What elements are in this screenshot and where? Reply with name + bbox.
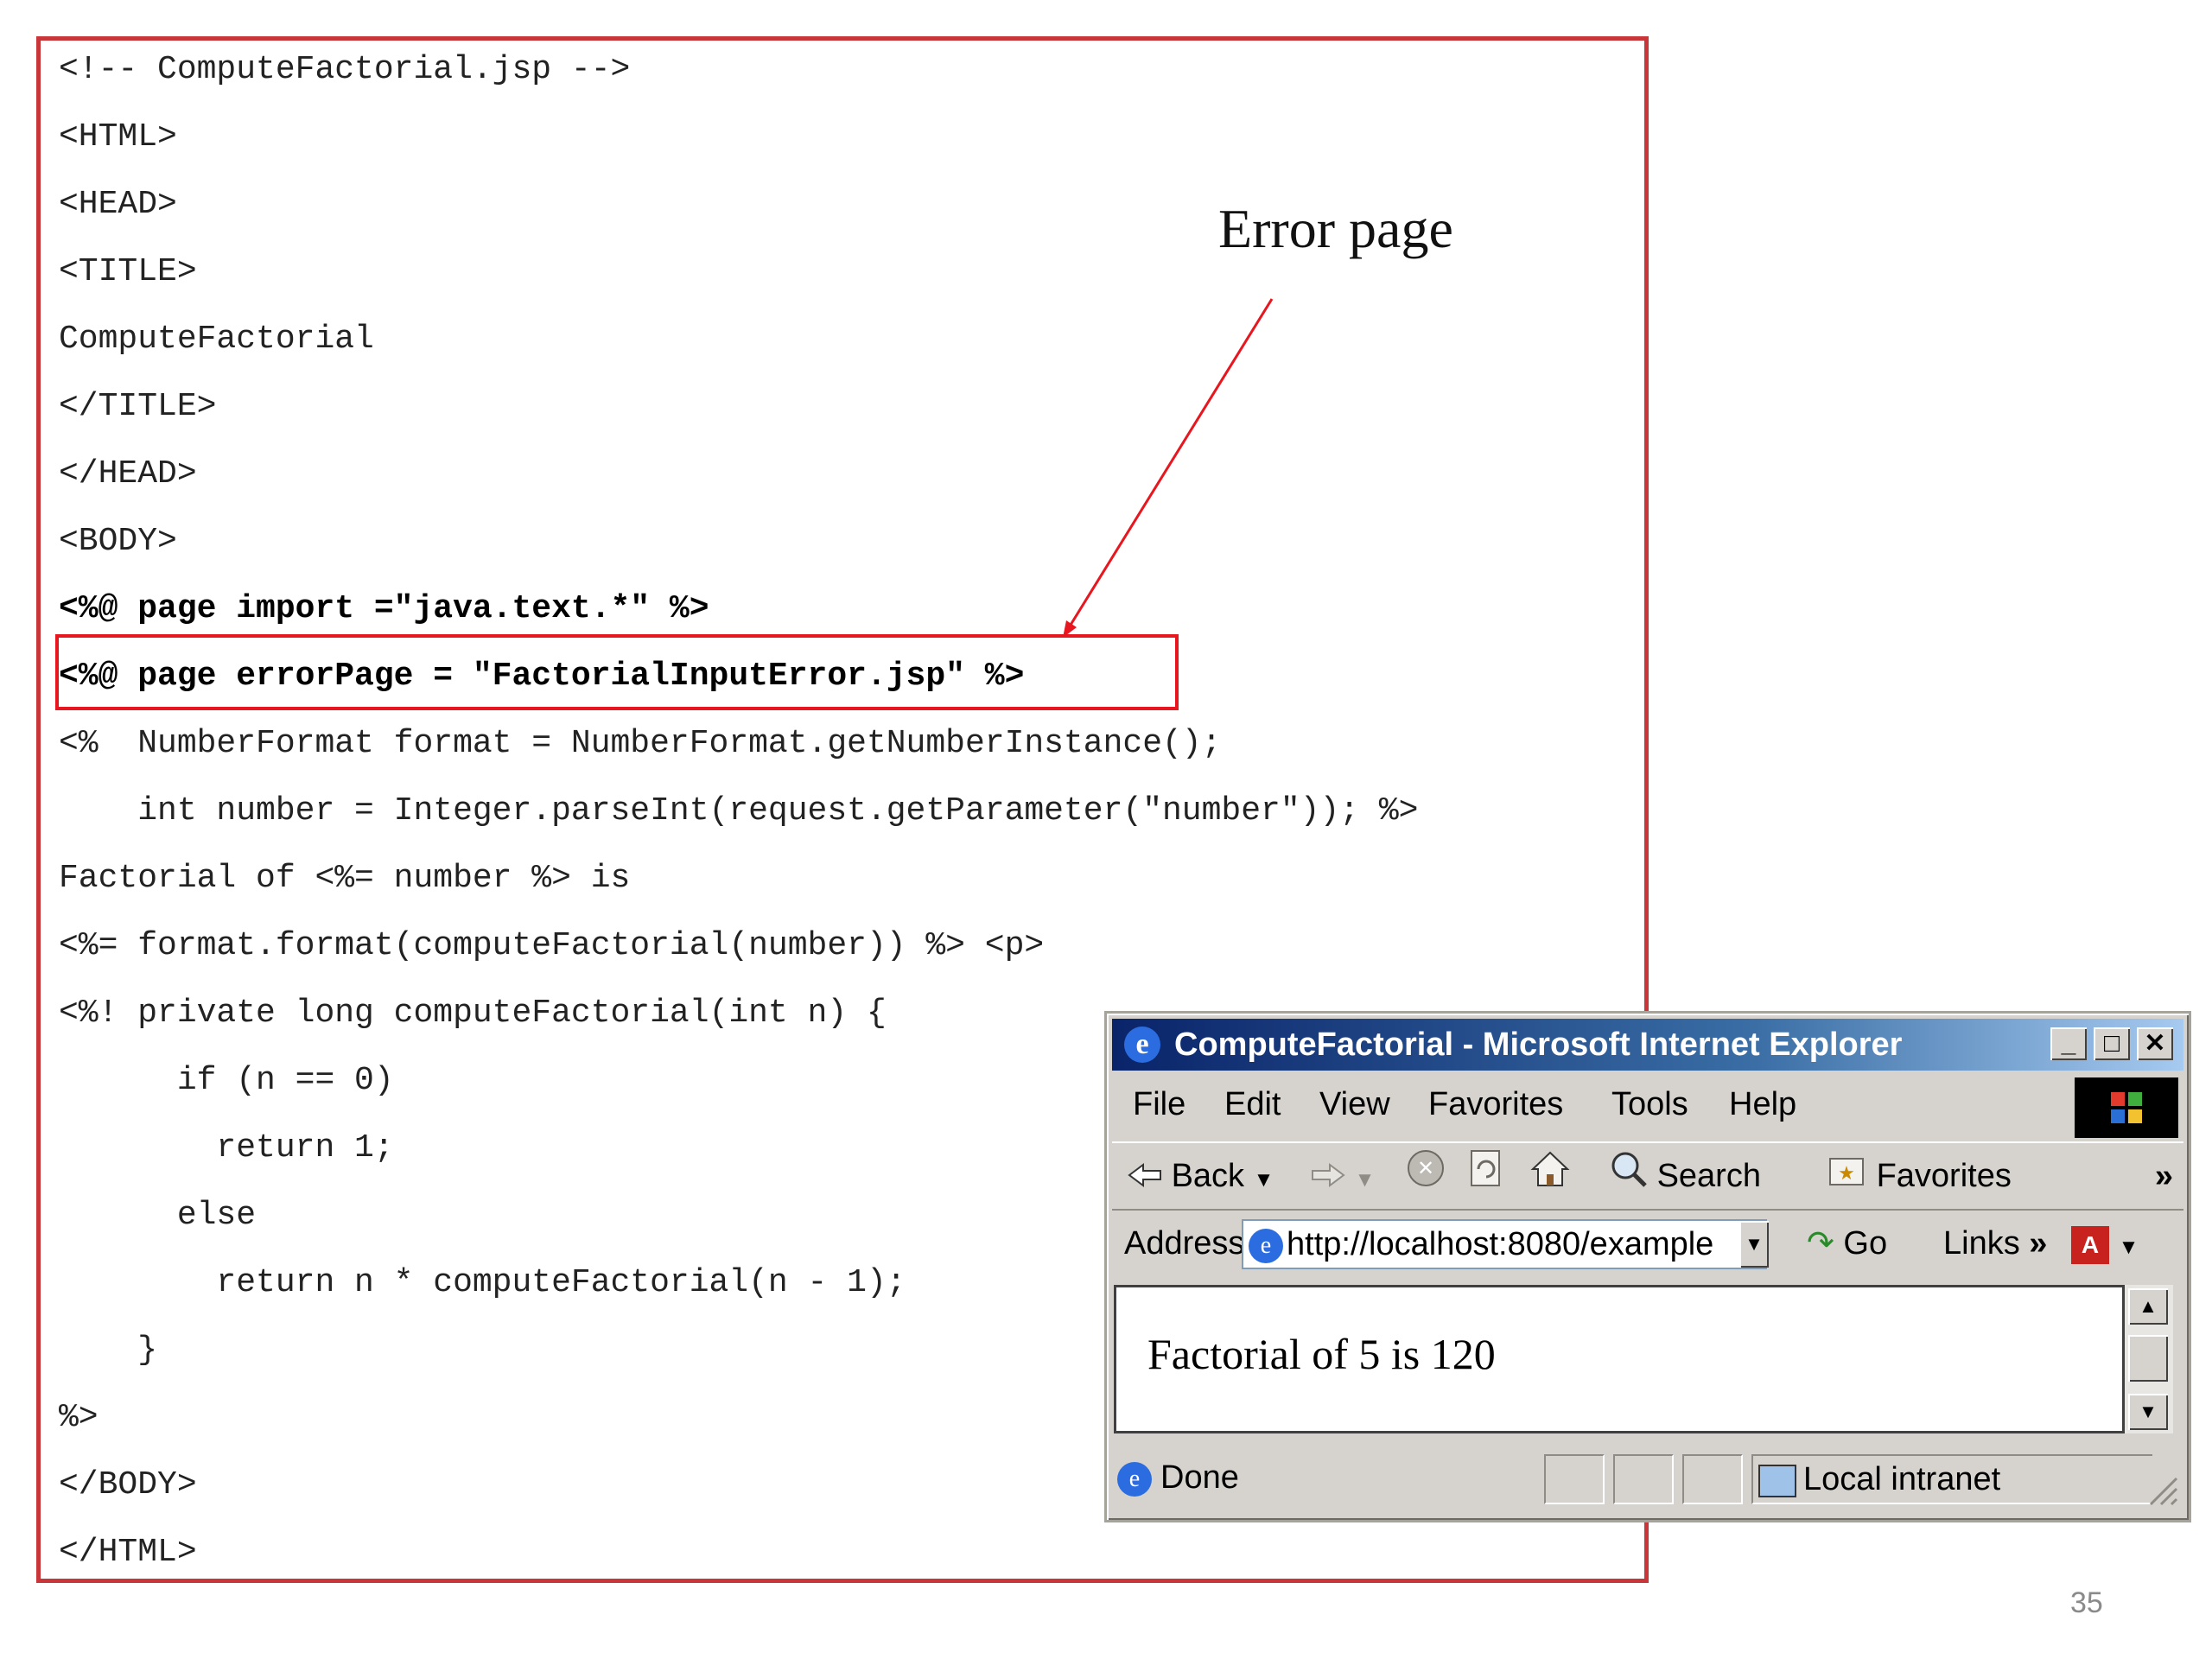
back-arrow-icon [1128, 1145, 1162, 1211]
favorites-label: Favorites [1876, 1158, 2012, 1194]
chevron-down-icon[interactable]: ▼ [2119, 1236, 2139, 1259]
chevron-down-icon[interactable]: ▼ [1355, 1168, 1376, 1192]
status-panel [1544, 1454, 1605, 1504]
ie-logo-icon: e [1124, 1027, 1160, 1063]
resize-grip-icon[interactable] [2144, 1471, 2178, 1506]
minimize-button[interactable]: _ [2050, 1027, 2087, 1060]
home-button[interactable] [1530, 1143, 1570, 1209]
code-line: %> [59, 1399, 99, 1436]
back-label: Back [1171, 1158, 1245, 1194]
errorpage-highlight-box [55, 634, 1179, 710]
status-text: Done [1160, 1459, 1239, 1496]
code-line: <!-- ComputeFactorial.jsp --> [59, 51, 631, 88]
menu-view[interactable]: View [1319, 1074, 1390, 1135]
go-label: Go [1843, 1225, 1888, 1262]
code-line: </HEAD> [59, 455, 197, 493]
go-arrow-icon: ↷ [1807, 1225, 1834, 1262]
status-bar: e Done Local intranet [1112, 1446, 2183, 1515]
code-line: return n * computeFactorial(n - 1); [59, 1264, 906, 1301]
code-line: else [59, 1197, 257, 1234]
links-button[interactable]: Links » [1943, 1211, 2047, 1276]
svg-text:★: ★ [1838, 1163, 1855, 1185]
zone-panel: Local intranet [1751, 1454, 2152, 1504]
code-line: ComputeFactorial [59, 321, 374, 358]
code-line-import: <%@ page import ="java.text.*" %> [59, 590, 709, 627]
page-content-area: Factorial of 5 is 120 [1114, 1285, 2125, 1433]
address-value: http://localhost:8080/example [1287, 1226, 1714, 1262]
title-bar[interactable]: e ComputeFactorial - Microsoft Internet … [1112, 1019, 2183, 1071]
intranet-icon [1758, 1464, 1796, 1497]
callout-label: Error page [1218, 198, 1453, 259]
code-line: <%! private long computeFactorial(int n)… [59, 995, 887, 1032]
code-line: <TITLE> [59, 253, 197, 290]
links-overflow-icon: » [2029, 1225, 2048, 1262]
scroll-thumb[interactable] [2128, 1335, 2168, 1382]
refresh-button[interactable] [1468, 1143, 1504, 1209]
code-line: return 1; [59, 1129, 394, 1166]
menu-favorites[interactable]: Favorites [1428, 1074, 1563, 1135]
windows-logo-icon [2075, 1077, 2178, 1138]
search-label: Search [1656, 1158, 1761, 1194]
status-done: e Done [1117, 1454, 1525, 1504]
close-button[interactable]: ✕ [2137, 1027, 2173, 1060]
menu-tools[interactable]: Tools [1611, 1074, 1688, 1135]
stop-button[interactable]: ✕ [1406, 1143, 1446, 1209]
home-icon [1530, 1145, 1570, 1211]
zone-text: Local intranet [1803, 1461, 2001, 1497]
address-bar: Address e http://localhost:8080/example ▼… [1112, 1211, 2183, 1276]
acrobat-button[interactable]: A ▼ [2071, 1211, 2139, 1276]
vertical-scrollbar[interactable]: ▲ ▼ [2125, 1285, 2173, 1433]
address-dropdown-icon[interactable]: ▼ [1739, 1221, 1769, 1268]
code-line: <%= format.format(computeFactorial(numbe… [59, 927, 1045, 964]
code-line: <BODY> [59, 523, 177, 560]
scroll-up-icon[interactable]: ▲ [2128, 1288, 2168, 1325]
menu-edit[interactable]: Edit [1224, 1074, 1281, 1135]
svg-text:✕: ✕ [1417, 1157, 1434, 1180]
address-input[interactable]: e http://localhost:8080/example [1242, 1219, 1767, 1269]
code-line: <HTML> [59, 118, 177, 156]
page-number: 35 [2070, 1586, 2103, 1619]
search-icon [1608, 1145, 1648, 1211]
code-line: </TITLE> [59, 388, 217, 425]
acrobat-icon: A [2071, 1225, 2109, 1264]
status-panel [1682, 1454, 1743, 1504]
window-title: ComputeFactorial - Microsoft Internet Ex… [1174, 1027, 1903, 1063]
code-line: int number = Integer.parseInt(request.ge… [59, 792, 1419, 830]
menu-bar: File Edit View Favorites Tools Help [1112, 1074, 2183, 1138]
menu-help[interactable]: Help [1729, 1074, 1796, 1135]
scroll-down-icon[interactable]: ▼ [2128, 1394, 2168, 1430]
refresh-icon [1468, 1145, 1504, 1211]
toolbar-overflow-icon[interactable]: » [2155, 1143, 2173, 1209]
go-button[interactable]: ↷ Go [1807, 1211, 1887, 1276]
favorites-icon: ★ [1827, 1145, 1867, 1211]
code-line: </HTML> [59, 1534, 197, 1571]
menu-file[interactable]: File [1133, 1074, 1185, 1135]
code-line: if (n == 0) [59, 1062, 394, 1099]
address-label: Address [1124, 1225, 1245, 1262]
browser-window: e ComputeFactorial - Microsoft Internet … [1104, 1011, 2191, 1522]
code-line: <HEAD> [59, 186, 177, 223]
maximize-button[interactable]: □ [2094, 1027, 2130, 1060]
code-line: } [59, 1332, 158, 1369]
page-icon: e [1249, 1228, 1283, 1263]
chevron-down-icon[interactable]: ▼ [1254, 1168, 1274, 1192]
code-line: </BODY> [59, 1466, 197, 1503]
favorites-button[interactable]: ★ Favorites [1827, 1143, 2012, 1209]
forward-arrow-icon [1311, 1145, 1345, 1211]
code-line: Factorial of <%= number %> is [59, 860, 631, 897]
status-panel [1613, 1454, 1674, 1504]
search-button[interactable]: Search [1608, 1143, 1761, 1209]
back-button[interactable]: Back ▼ [1128, 1143, 1274, 1209]
standard-toolbar: Back ▼ ▼ ✕ Search ★ Favorites » [1112, 1141, 2183, 1211]
links-label: Links [1943, 1225, 2020, 1262]
stop-icon: ✕ [1406, 1145, 1446, 1211]
forward-button[interactable]: ▼ [1311, 1143, 1375, 1209]
code-line: <% NumberFormat format = NumberFormat.ge… [59, 725, 1222, 762]
factorial-result-text: Factorial of 5 is 120 [1147, 1330, 1496, 1378]
ie-page-icon: e [1117, 1461, 1152, 1497]
